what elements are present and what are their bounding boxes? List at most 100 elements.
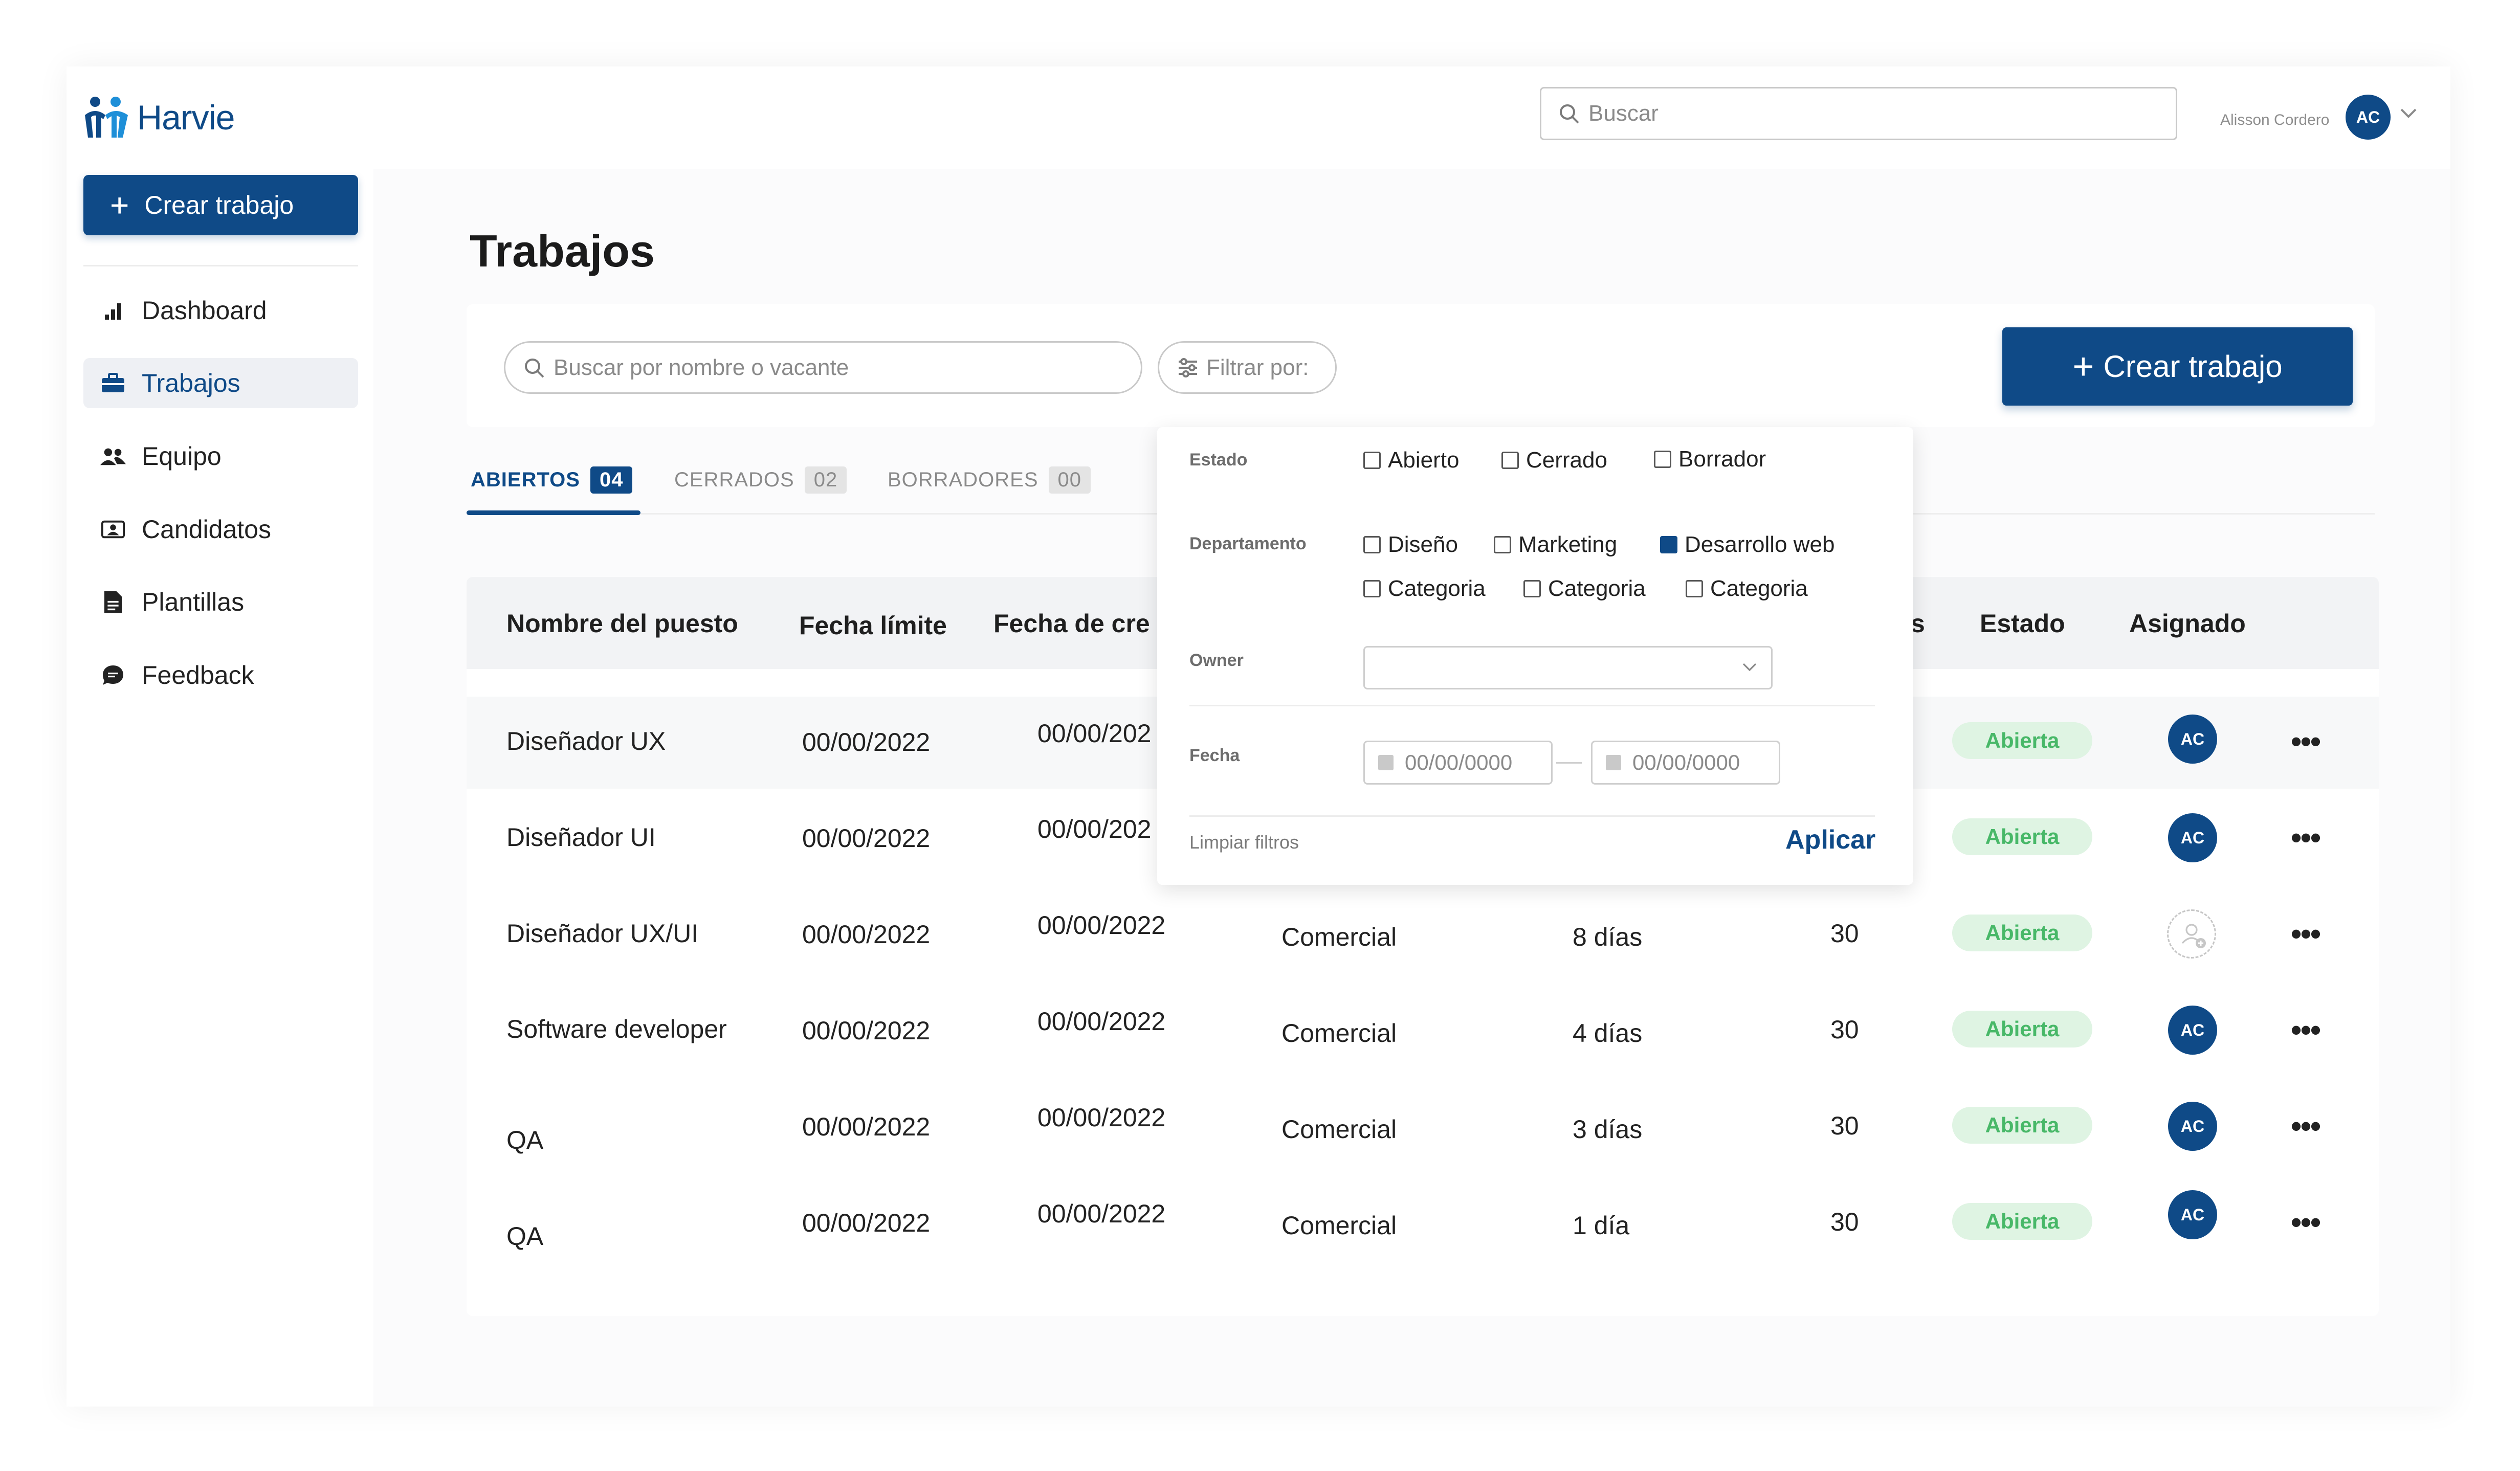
checkbox-dept-categoria-2[interactable]: Categoria [1523,576,1646,601]
filter-fecha-label: Fecha [1189,746,1240,765]
sidebar-item-trabajos[interactable]: Trabajos [83,358,358,408]
more-options-icon[interactable]: ••• [2291,1015,2321,1045]
job-days: 1 día [1573,1211,1630,1240]
checkbox-dept-categoria-3[interactable]: Categoria [1686,576,1808,601]
job-name[interactable]: Diseñador UI [506,822,656,852]
column-header-assignee[interactable]: Asignado [2129,609,2246,638]
job-created: 00/00/202 [1037,815,1152,843]
checkbox-label: Borrador [1678,447,1766,472]
global-search-input[interactable]: Buscar [1540,87,2177,140]
more-options-icon[interactable]: ••• [2291,919,2321,949]
unassigned-user-icon[interactable] [2167,909,2216,959]
job-name[interactable]: QA [506,1221,543,1251]
sidebar-item-candidatos[interactable]: Candidatos [83,504,358,554]
checkbox-dept-categoria-1[interactable]: Categoria [1363,576,1486,601]
sidebar-item-label: Dashboard [142,296,267,325]
job-deadline: 00/00/2022 [802,824,931,853]
checkbox-estado-cerrado[interactable]: Cerrado [1501,448,1607,473]
checkbox-box [1686,580,1703,597]
job-name[interactable]: QA [506,1125,543,1155]
checkbox-dept-marketing[interactable]: Marketing [1494,532,1617,558]
checkbox-label: Diseño [1388,532,1458,557]
sidebar-item-equipo[interactable]: Equipo [83,431,358,481]
job-days: 4 días [1573,1019,1643,1047]
panel-divider [1189,705,1875,706]
tab-count-badge: 02 [804,466,847,494]
checkbox-box [1523,580,1541,597]
briefcase-icon [99,369,127,397]
status-badge: Abierta [1952,722,2092,759]
checkbox-estado-abierto[interactable]: Abierto [1363,448,1459,473]
checkbox-box [1363,536,1381,553]
tab-abiertos[interactable]: ABIERTOS 04 [471,466,633,494]
sidebar-item-plantillas[interactable]: Plantillas [83,577,358,627]
assignee-avatar[interactable]: AC [2168,813,2217,862]
job-name[interactable]: Diseñador UX [506,726,666,756]
column-header-status[interactable]: Estado [1980,609,2065,638]
checkbox-dept-desarrollo-web[interactable]: Desarrollo web [1660,532,1834,558]
assignee-avatar[interactable]: AC [2168,1006,2217,1055]
sidebar-item-feedback[interactable]: Feedback [83,650,358,700]
checkbox-dept-diseno[interactable]: Diseño [1363,532,1458,558]
calendar-icon [1606,755,1621,770]
job-department: Comercial [1281,923,1397,951]
job-created: 00/00/2022 [1037,1103,1166,1132]
filter-button-label: Filtrar por: [1206,354,1309,380]
assignee-avatar[interactable]: AC [2168,1190,2217,1239]
sliders-icon [1177,358,1199,378]
chat-bubble-icon [99,661,127,689]
status-badge: Abierta [1952,1107,2092,1144]
date-from-input[interactable]: 00/00/0000 [1363,741,1553,785]
tab-count-badge: 00 [1048,466,1091,494]
user-name: Alisson Cordero [2220,112,2330,128]
checkbox-box [1501,452,1519,469]
job-days: 3 días [1573,1115,1643,1144]
chevron-down-icon[interactable] [2399,107,2418,122]
job-created: 00/00/2022 [1037,911,1166,940]
more-options-icon[interactable]: ••• [2291,1207,2321,1238]
create-job-label: Crear trabajo [2103,349,2283,384]
assignee-avatar[interactable]: AC [2168,715,2217,764]
column-header-created[interactable]: Fecha de cre [993,609,1150,638]
checkbox-estado-borrador[interactable]: Borrador [1654,447,1766,472]
job-name[interactable]: Diseñador UX/UI [506,919,698,948]
column-header-deadline[interactable]: Fecha límite [799,611,947,640]
harvie-logo-icon [85,97,128,138]
clear-filters-link[interactable]: Limpiar filtros [1189,832,1299,853]
sidebar-item-dashboard[interactable]: Dashboard [83,285,358,336]
sidebar [67,66,373,1407]
document-icon [99,588,127,616]
tab-borradores[interactable]: BORRADORES 00 [888,466,1091,494]
job-created: 00/00/2022 [1037,1007,1166,1036]
job-name[interactable]: Software developer [506,1014,727,1044]
sidebar-item-label: Plantillas [142,588,245,616]
job-deadline: 00/00/2022 [802,728,931,756]
more-options-icon[interactable]: ••• [2291,726,2321,757]
more-options-icon[interactable]: ••• [2291,1111,2321,1142]
owner-select[interactable] [1363,646,1773,689]
assignee-avatar[interactable]: AC [2168,1102,2217,1151]
sidebar-create-job-button[interactable]: + Crear trabajo [83,175,358,235]
create-job-button[interactable]: + Crear trabajo [2002,327,2353,406]
sidebar-divider [83,265,358,266]
checkbox-label: Categoria [1548,576,1646,601]
job-candidates-count: 30 [1830,1208,1859,1236]
more-options-icon[interactable]: ••• [2291,822,2321,853]
job-search-input[interactable]: Buscar por nombre o vacante [504,341,1142,394]
sidebar-create-job-label: Crear trabajo [144,191,294,219]
user-avatar[interactable]: AC [2346,95,2391,140]
apply-filters-button[interactable]: Aplicar [1785,824,1875,855]
sidebar-item-label: Candidatos [142,515,271,544]
date-from-placeholder: 00/00/0000 [1405,750,1513,774]
job-candidates-count: 30 [1830,1015,1859,1044]
filter-button[interactable]: Filtrar por: [1158,341,1337,394]
brand-logo[interactable]: Harvie [82,95,235,141]
checkbox-box [1363,452,1381,469]
checkbox-label: Categoria [1710,576,1808,601]
column-header-name[interactable]: Nombre del puesto [506,609,738,638]
job-department: Comercial [1281,1211,1397,1240]
chevron-down-icon [1741,662,1758,676]
tab-cerrados[interactable]: CERRADOS 02 [674,466,847,494]
date-to-input[interactable]: 00/00/0000 [1591,741,1780,785]
job-search-placeholder: Buscar por nombre o vacante [554,354,849,380]
